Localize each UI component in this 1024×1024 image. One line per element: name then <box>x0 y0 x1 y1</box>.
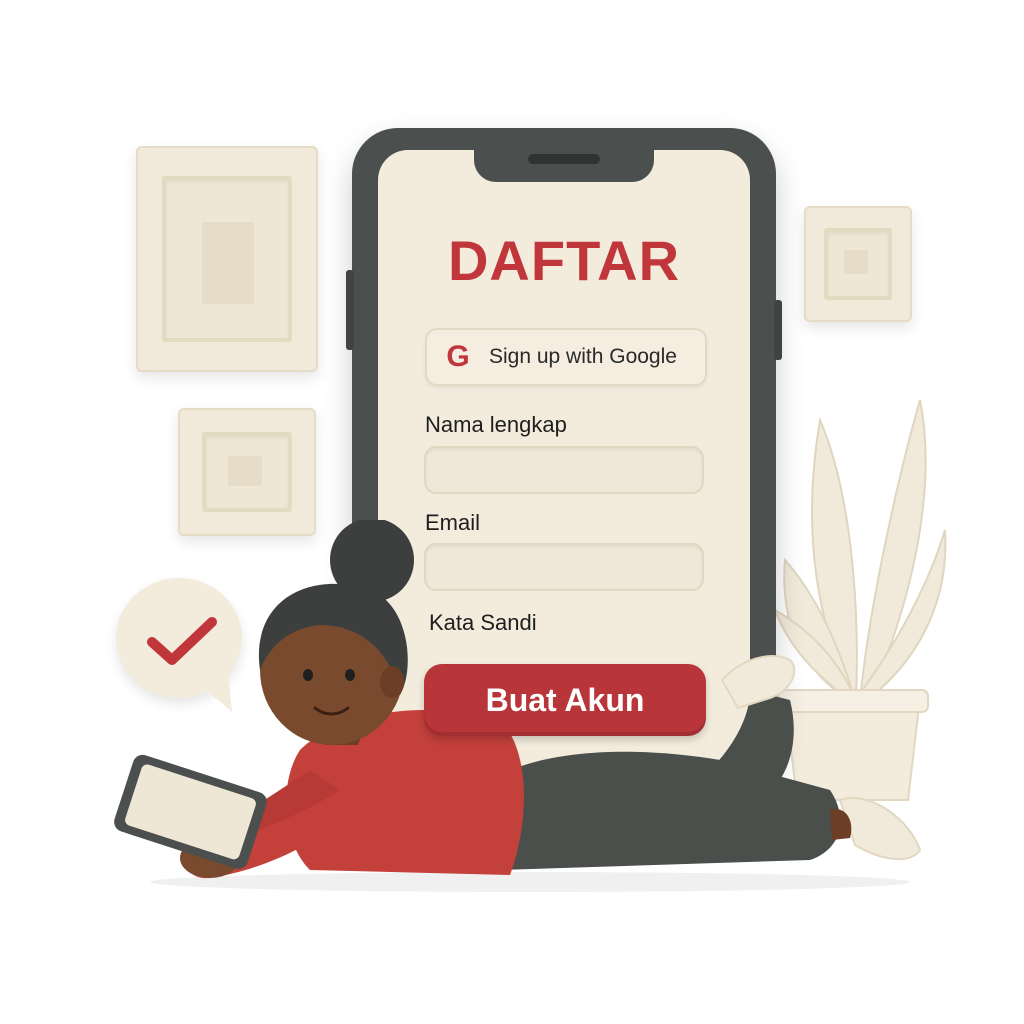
wall-frame-small <box>178 408 316 536</box>
google-icon: G <box>446 340 470 373</box>
checkmark-icon <box>147 617 217 665</box>
form-title: DAFTAR <box>447 229 681 292</box>
phone-notch <box>474 146 654 182</box>
phone-side-button <box>774 300 782 360</box>
google-signup-button[interactable]: G Sign up with Google <box>425 328 707 386</box>
speech-bubble-tail <box>190 676 232 712</box>
phone-side-button <box>346 270 354 350</box>
create-account-button[interactable]: Buat Akun <box>424 664 706 736</box>
wall-frame-large <box>136 146 318 372</box>
wall-frame-right <box>804 206 912 322</box>
phone-speaker <box>528 154 600 164</box>
full-name-input[interactable] <box>424 446 704 494</box>
full-name-label: Nama lengkap <box>425 412 567 437</box>
google-signup-label: Sign up with Google <box>489 345 677 368</box>
